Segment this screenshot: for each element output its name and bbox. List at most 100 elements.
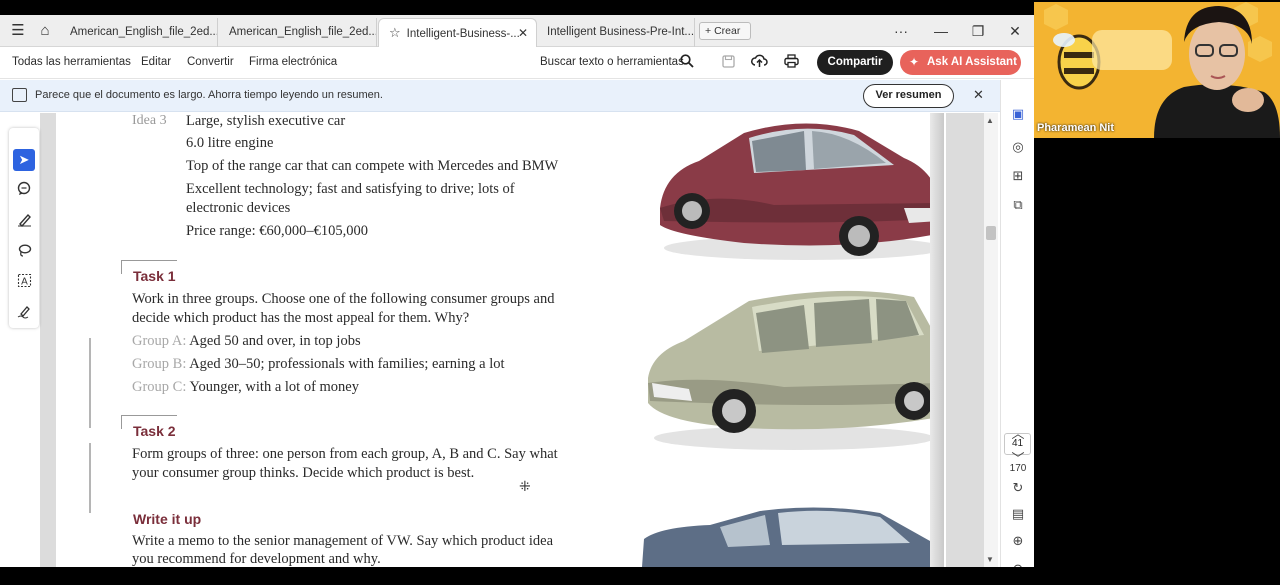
zoom-out-icon[interactable]: ⊖	[1008, 560, 1028, 567]
group-text: Aged 30–50; professionals with families;…	[189, 356, 505, 372]
group-text: Younger, with a lot of money	[189, 379, 359, 395]
red-hatchback-car-image	[660, 123, 944, 260]
participant-video-tile[interactable]: Pharamean Nit	[1034, 2, 1280, 138]
task1-line: Work in three groups. Choose one of the …	[132, 291, 555, 307]
group-label: Group A:	[132, 333, 187, 349]
idea3-line: Excellent technology; fast and satisfyin…	[186, 181, 515, 197]
right-rail: ▣ ◎ ⊞ ⧉ 41 170 ︿ ﹀ ↻ ▤ ⊕ ⊖	[1000, 80, 1034, 567]
summary-icon	[12, 88, 27, 102]
group-label: Group C:	[132, 379, 187, 395]
next-page-chevron-down-icon[interactable]: ﹀	[1008, 450, 1028, 468]
group-a: Group A: Aged 50 and over, in top jobs	[132, 333, 361, 350]
zoom-in-icon[interactable]: ⊕	[1008, 532, 1028, 550]
more-options-icon[interactable]: ···	[891, 21, 911, 41]
svg-text:A: A	[21, 277, 28, 288]
sign-pen-icon[interactable]	[13, 304, 35, 326]
group-text: Aged 50 and over, in top jobs	[189, 333, 361, 349]
summary-banner: Parece que el documento es largo. Ahorra…	[0, 80, 1000, 112]
document-viewport[interactable]: Idea 3 Large, stylish executive car 6.0 …	[40, 113, 984, 567]
video-call-panel: Pharamean Nit	[1034, 0, 1280, 585]
writeup-line: you recommend for development and why.	[132, 551, 381, 567]
upload-cloud-icon[interactable]	[750, 54, 768, 72]
view-summary-button[interactable]: Ver resumen	[863, 84, 954, 108]
menu-all-tools[interactable]: Todas las herramientas	[12, 56, 131, 68]
comments-icon[interactable]: ◎	[1008, 138, 1028, 156]
menu-edit[interactable]: Editar	[141, 56, 171, 68]
print-icon[interactable]	[782, 54, 800, 72]
ai-sparkle-icon: ✦	[909, 55, 920, 69]
ask-ai-label: Ask AI Assistant	[927, 56, 1017, 68]
participant-name: Pharamean Nit	[1037, 122, 1115, 134]
page-edge	[930, 113, 944, 567]
participant-video-frame	[1034, 2, 1280, 138]
task2-heading: Task 2	[133, 423, 176, 439]
close-tab-icon[interactable]: ✕	[518, 19, 528, 47]
idea3-line: electronic devices	[186, 200, 291, 216]
menu-convert[interactable]: Convertir	[187, 56, 234, 68]
vertical-scrollbar[interactable]: ▲ ▼	[984, 113, 998, 567]
tab-1[interactable]: American_English_file_2ed...	[60, 18, 218, 47]
cursor-crosshair-icon: ⁜	[519, 480, 531, 495]
tab-4[interactable]: Intelligent Business-Pre-Int...	[537, 18, 695, 47]
tab-3-active[interactable]: ☆ Intelligent-Business-... ✕	[378, 18, 537, 47]
idea3-line: 6.0 litre engine	[186, 135, 274, 151]
tab-2[interactable]: American_English_file_2ed...	[219, 18, 377, 47]
plus-icon: +	[705, 25, 715, 37]
scroll-up-arrow-icon[interactable]: ▲	[986, 116, 994, 125]
margin-line	[89, 338, 91, 428]
page-fit-icon[interactable]: ▤	[1008, 505, 1028, 523]
task1-heading: Task 1	[133, 268, 176, 284]
idea3-line: Price range: €60,000–€105,000	[186, 223, 369, 239]
highlight-pen-icon[interactable]	[13, 212, 35, 234]
new-tab-label: Crear	[714, 25, 741, 37]
pages-thumbnails-icon[interactable]: ⧉	[1008, 196, 1028, 214]
restore-icon[interactable]: ❐	[968, 21, 988, 41]
group-label: Group B:	[132, 356, 187, 372]
close-window-icon[interactable]: ✕	[1005, 21, 1025, 41]
search-icon[interactable]	[678, 54, 696, 72]
group-c: Group C: Younger, with a lot of money	[132, 379, 359, 396]
scroll-thumb[interactable]	[986, 226, 996, 240]
pdf-page: Idea 3 Large, stylish executive car 6.0 …	[56, 113, 946, 567]
idea3-label: Idea 3	[132, 113, 167, 128]
idea3-line: Top of the range car that can compete wi…	[186, 158, 559, 174]
star-icon[interactable]: ☆	[389, 19, 401, 47]
search-tools-label[interactable]: Buscar texto o herramientas	[540, 56, 684, 68]
idea3-line: Large, stylish executive car	[186, 113, 346, 129]
blue-sedan-car-image	[642, 507, 944, 567]
task2-line: Form groups of three: one person from ea…	[132, 446, 558, 462]
tab-1-label: American_English_file_2ed...	[70, 26, 218, 38]
acrobat-window: ☰ ⌂ American_English_file_2ed... America…	[0, 15, 1034, 567]
ask-ai-assistant-button[interactable]: ✦ Ask AI Assistant	[900, 50, 1021, 75]
ai-summary-icon[interactable]: ▣	[1008, 105, 1028, 123]
silver-suv-car-image	[648, 290, 942, 450]
close-banner-icon[interactable]: ✕	[973, 87, 984, 103]
bookmark-icon[interactable]: ⊞	[1008, 167, 1028, 185]
tab-2-label: American_English_file_2ed...	[229, 26, 377, 38]
tab-4-label: Intelligent Business-Pre-Int...	[547, 26, 695, 38]
banner-message: Parece que el documento es largo. Ahorra…	[35, 89, 383, 101]
menu-e-sign[interactable]: Firma electrónica	[249, 56, 337, 68]
home-icon[interactable]: ⌂	[36, 23, 54, 39]
previous-page-chevron-up-icon[interactable]: ︿	[1008, 425, 1028, 443]
save-icon[interactable]	[719, 54, 737, 72]
left-tool-rail: ➤ A	[9, 128, 39, 328]
select-tool-icon[interactable]: ➤	[13, 149, 35, 171]
add-comment-icon[interactable]	[13, 181, 35, 203]
share-button[interactable]: Compartir	[817, 50, 893, 75]
scroll-down-arrow-icon[interactable]: ▼	[986, 555, 994, 564]
minimize-icon[interactable]: —	[931, 21, 951, 41]
tab-bar: ☰ ⌂ American_English_file_2ed... America…	[0, 15, 1034, 47]
toolbar: Todas las herramientas Editar Convertir …	[0, 47, 1034, 79]
task1-line: decide which product has the most appeal…	[132, 310, 470, 326]
writeup-line: Write a memo to the senior management of…	[132, 533, 554, 549]
new-tab-button[interactable]: + Crear	[699, 22, 751, 40]
writeup-heading: Write it up	[133, 511, 202, 527]
text-box-icon[interactable]: A	[13, 273, 35, 295]
task2-line: your consumer group thinks. Decide which…	[132, 465, 475, 481]
hamburger-menu-icon[interactable]: ☰	[9, 23, 27, 39]
margin-line	[89, 443, 91, 513]
lasso-icon[interactable]	[13, 243, 35, 265]
tab-3-label: Intelligent-Business-...	[406, 28, 520, 40]
rotate-refresh-icon[interactable]: ↻	[1008, 479, 1028, 497]
